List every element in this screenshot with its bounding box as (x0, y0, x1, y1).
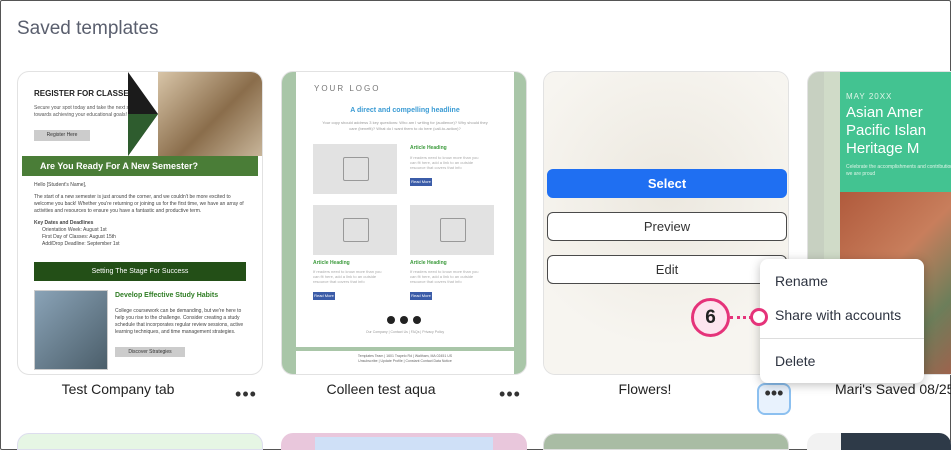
tip-heading: Develop Effective Study Habits (115, 292, 219, 299)
template-card-row2[interactable] (807, 433, 951, 450)
menu-item-delete[interactable]: Delete (775, 353, 815, 369)
menu-item-rename[interactable]: Rename (775, 273, 828, 289)
preview-heading: Asian Amer Pacific Islan Heritage M (846, 104, 927, 157)
intro: Your copy should address 3 key questions… (322, 120, 488, 131)
article-text: If readers need to know more than you ca… (313, 269, 382, 284)
template-card-colleen-test-aqua[interactable]: YOUR LOGO A direct and compelling headli… (281, 71, 527, 375)
date-item: First Day of Classes: August 15th (42, 234, 116, 240)
preview-date: MAY 20XX (846, 92, 893, 101)
article-heading: Article Heading (410, 145, 447, 151)
logo: YOUR LOGO (314, 84, 381, 93)
hero-section: REGISTER FOR CLASSES Secure your spot to… (18, 72, 262, 156)
more-options-button-active[interactable]: ••• (757, 383, 791, 415)
student-photo (158, 72, 262, 156)
select-button[interactable]: Select (547, 169, 787, 198)
template-name[interactable]: Flowers! (522, 381, 768, 397)
greeting: Hello [Student's Name], (34, 182, 87, 188)
headline: A direct and compelling headline (350, 107, 460, 114)
article-heading: Article Heading (313, 260, 350, 266)
body-text: The start of a new semester is just arou… (34, 194, 244, 214)
facebook-icon (387, 316, 395, 324)
email-sheet: YOUR LOGO A direct and compelling headli… (296, 72, 514, 347)
email-address-footer: Templates Team | 1601 Trapelo Rd | Walth… (296, 351, 514, 374)
article-heading: Article Heading (410, 260, 447, 266)
page-title: Saved templates (17, 18, 159, 39)
template-card-row2[interactable] (543, 433, 789, 450)
card-header-strip (544, 434, 788, 449)
template-name[interactable]: Test Company tab (0, 381, 241, 397)
stage-banner: Setting The Stage For Success (34, 262, 246, 281)
image-placeholder (313, 144, 397, 194)
template-name[interactable]: Mari's Saved 08/25/ (835, 381, 951, 397)
read-more-button: Read More (410, 292, 432, 300)
register-heading: REGISTER FOR CLASSES (34, 89, 135, 98)
more-options-button[interactable]: ••• (497, 385, 523, 404)
more-options-button[interactable]: ••• (233, 385, 259, 404)
x-icon (400, 316, 408, 324)
tip-text: College coursework can be demanding, but… (115, 308, 244, 335)
preview-small-text: Celebrate the accomplishments and contri… (846, 164, 951, 177)
read-more-button: Read More (313, 292, 335, 300)
callout-target-ring (750, 308, 768, 326)
decor-triangle (128, 114, 158, 156)
register-button: Register Here (34, 130, 90, 141)
date-item: Orientation Week: August 1st (42, 227, 107, 233)
callout-connector (730, 316, 752, 319)
template-options-menu: Rename Share with accounts Delete (760, 259, 924, 383)
card-header-strip (315, 437, 493, 450)
dates-title: Key Dates and Deadlines (34, 220, 94, 226)
discover-button: Discover Strategies (115, 347, 185, 357)
template-card-test-company-tab[interactable]: REGISTER FOR CLASSES Secure your spot to… (17, 71, 263, 375)
read-more-button: Read More (410, 178, 432, 186)
date-item: Add/Drop Deadline: September 1st (42, 241, 120, 247)
template-card-row2[interactable] (281, 433, 527, 450)
template-card-row2[interactable] (17, 433, 263, 450)
template-name[interactable]: Colleen test aqua (258, 381, 504, 397)
article-text: If readers need to know more than you ca… (410, 155, 479, 170)
preview-button[interactable]: Preview (547, 212, 787, 241)
footer-links: Unsubscribe | Update Profile | Constant … (358, 359, 452, 363)
semester-banner: Are You Ready For A New Semester? (22, 156, 258, 176)
step-callout-badge: 6 (691, 298, 730, 337)
article-text: If readers need to know more than you ca… (410, 269, 479, 284)
menu-item-share-with-accounts[interactable]: Share with accounts (775, 307, 901, 323)
template-card-flowers[interactable]: Select Preview Edit (543, 71, 789, 375)
image-placeholder (313, 205, 397, 255)
menu-divider (760, 338, 924, 339)
email-footer: Our Company | Contact Us | FAQs | Privac… (365, 330, 445, 334)
study-photo (34, 290, 108, 370)
card-header-strip (841, 433, 951, 450)
edit-button[interactable]: Edit (547, 255, 787, 284)
email-body: Hello [Student's Name], The start of a n… (34, 182, 248, 248)
instagram-icon (413, 316, 421, 324)
image-placeholder (410, 205, 494, 255)
